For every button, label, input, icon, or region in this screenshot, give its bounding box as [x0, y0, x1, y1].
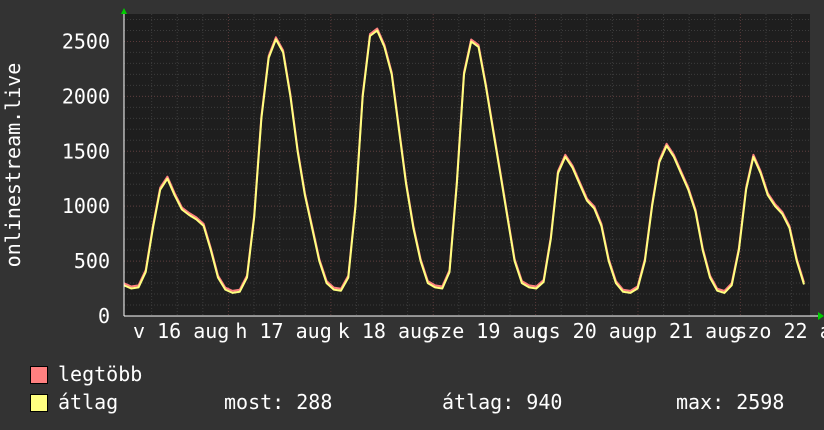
x-tick-label: v 16 aug: [133, 319, 229, 343]
legtobb-legend-label: legtöbb: [58, 362, 143, 386]
x-tick-label: cs 20 aug: [537, 319, 645, 343]
y-tick-label: 500: [74, 249, 110, 273]
legtobb-swatch: [30, 366, 48, 384]
y-tick-label: 0: [98, 304, 110, 328]
atlag-legend-label: átlag: [58, 390, 119, 414]
y-tick-label: 1500: [62, 139, 110, 163]
x-tick-label: p 21 aug: [645, 319, 741, 343]
average-value: átlag: 940: [442, 390, 563, 414]
x-tick-label: szo 22 aug: [735, 319, 824, 343]
y-axis-label: onlinestream.live: [1, 63, 25, 268]
x-tick-label: h 17 aug: [235, 319, 331, 343]
y-tick-label: 2500: [62, 29, 110, 53]
x-axis-ticks: v 16 aug h 17 aug k 18 augsze 19 augcs 20 …: [133, 319, 824, 343]
y-axis-arrow-icon: [121, 8, 127, 14]
x-tick-label: sze 19 aug: [428, 319, 548, 343]
y-tick-label: 1000: [62, 194, 110, 218]
current-value: most: 288: [224, 390, 333, 414]
y-tick-label: 2000: [62, 84, 110, 108]
max-value: max: 2598: [676, 390, 785, 414]
x-tick-label: k 18 aug: [338, 319, 434, 343]
y-axis-ticks: 0 500 1000 1500 2000 2500: [62, 29, 110, 328]
atlag-swatch: [30, 394, 48, 412]
